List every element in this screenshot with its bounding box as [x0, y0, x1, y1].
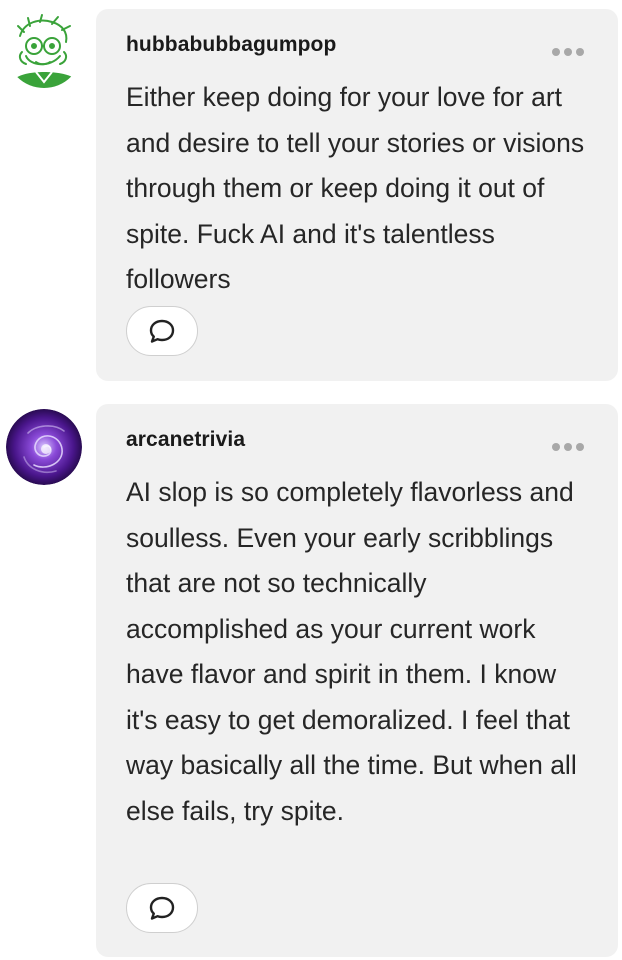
avatar-arcanetrivia[interactable]: [6, 409, 82, 485]
dot: [564, 48, 572, 56]
comment-username[interactable]: arcanetrivia: [126, 428, 245, 452]
dot: [564, 443, 572, 451]
reply-button[interactable]: [126, 306, 198, 356]
dot: [552, 48, 560, 56]
comment-1: hubbabubbagumpop Either keep doing for y…: [0, 0, 622, 390]
comment-body: AI slop is so completely flavorless and …: [126, 477, 577, 826]
purple-swirl-avatar-icon: [6, 409, 82, 485]
dot: [576, 48, 584, 56]
comment-body: Either keep doing for your love for art …: [126, 82, 585, 294]
speech-bubble-icon: [149, 896, 175, 920]
avatar-hubbabubbagumpop[interactable]: [6, 12, 82, 88]
comment-bubble: arcanetrivia AI slop is so completely fl…: [96, 404, 618, 957]
green-sketch-character-avatar-icon: [6, 12, 82, 88]
reply-button[interactable]: [126, 883, 198, 933]
dot: [552, 443, 560, 451]
more-options-ellipsis-icon[interactable]: [552, 442, 584, 452]
speech-bubble-icon: [149, 319, 175, 343]
comment-username[interactable]: hubbabubbagumpop: [126, 33, 336, 57]
comment-bubble: hubbabubbagumpop Either keep doing for y…: [96, 9, 618, 381]
dot: [576, 443, 584, 451]
comment-2: arcanetrivia AI slop is so completely fl…: [0, 395, 622, 960]
more-options-ellipsis-icon[interactable]: [552, 47, 584, 57]
